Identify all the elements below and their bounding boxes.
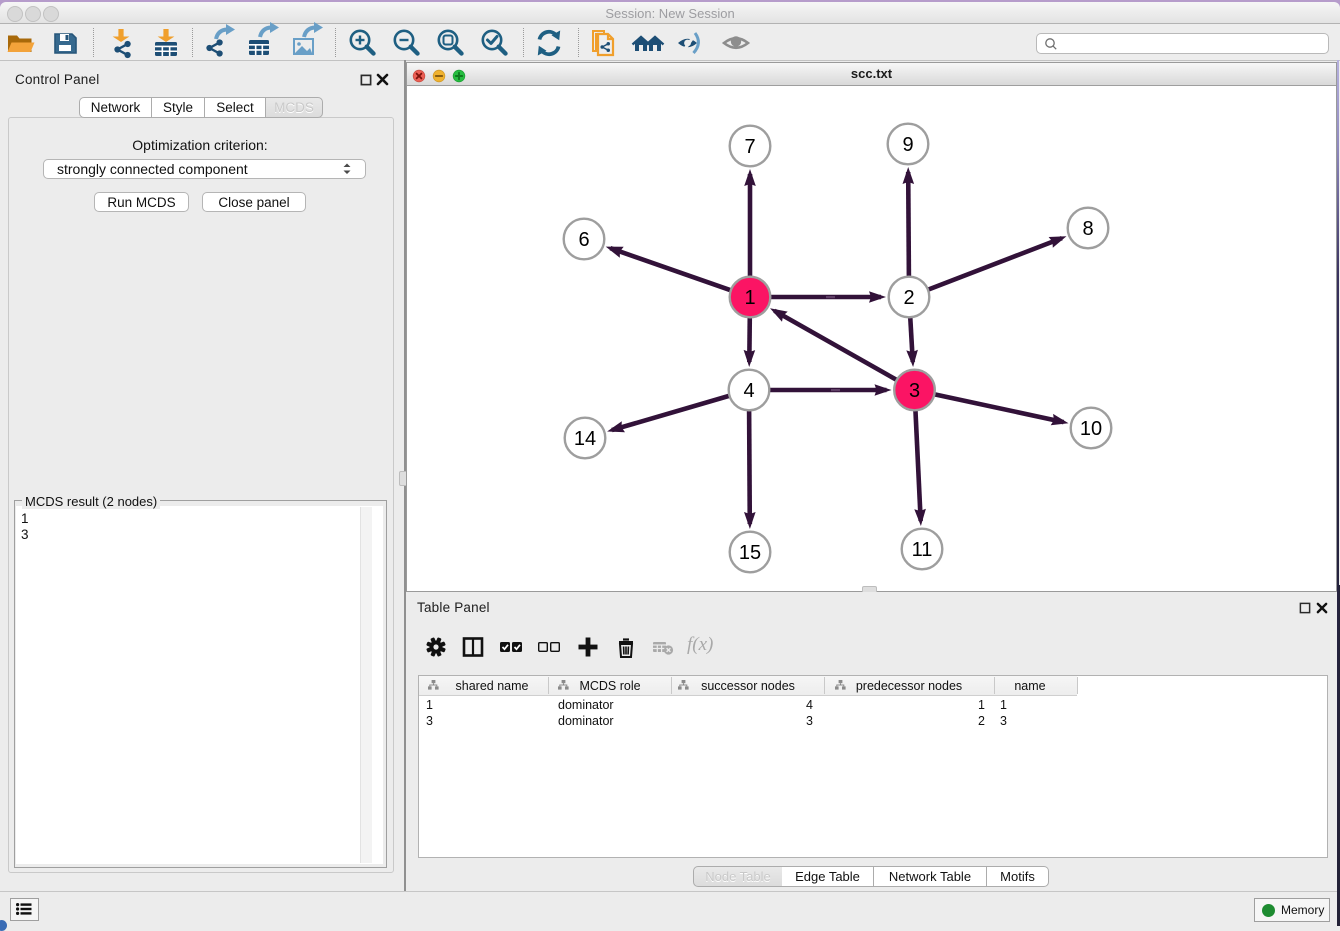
svg-text:7: 7 bbox=[744, 136, 755, 158]
svg-text:6: 6 bbox=[578, 229, 589, 251]
svg-text:10: 10 bbox=[1080, 418, 1102, 440]
svg-text:1: 1 bbox=[744, 287, 755, 309]
svg-text:2: 2 bbox=[903, 287, 914, 309]
svg-text:14: 14 bbox=[574, 428, 596, 450]
svg-text:3: 3 bbox=[909, 380, 920, 402]
svg-text:15: 15 bbox=[739, 542, 761, 564]
svg-text:4: 4 bbox=[743, 380, 754, 402]
svg-text:11: 11 bbox=[912, 539, 933, 561]
svg-text:9: 9 bbox=[902, 134, 913, 156]
svg-text:8: 8 bbox=[1082, 218, 1093, 240]
